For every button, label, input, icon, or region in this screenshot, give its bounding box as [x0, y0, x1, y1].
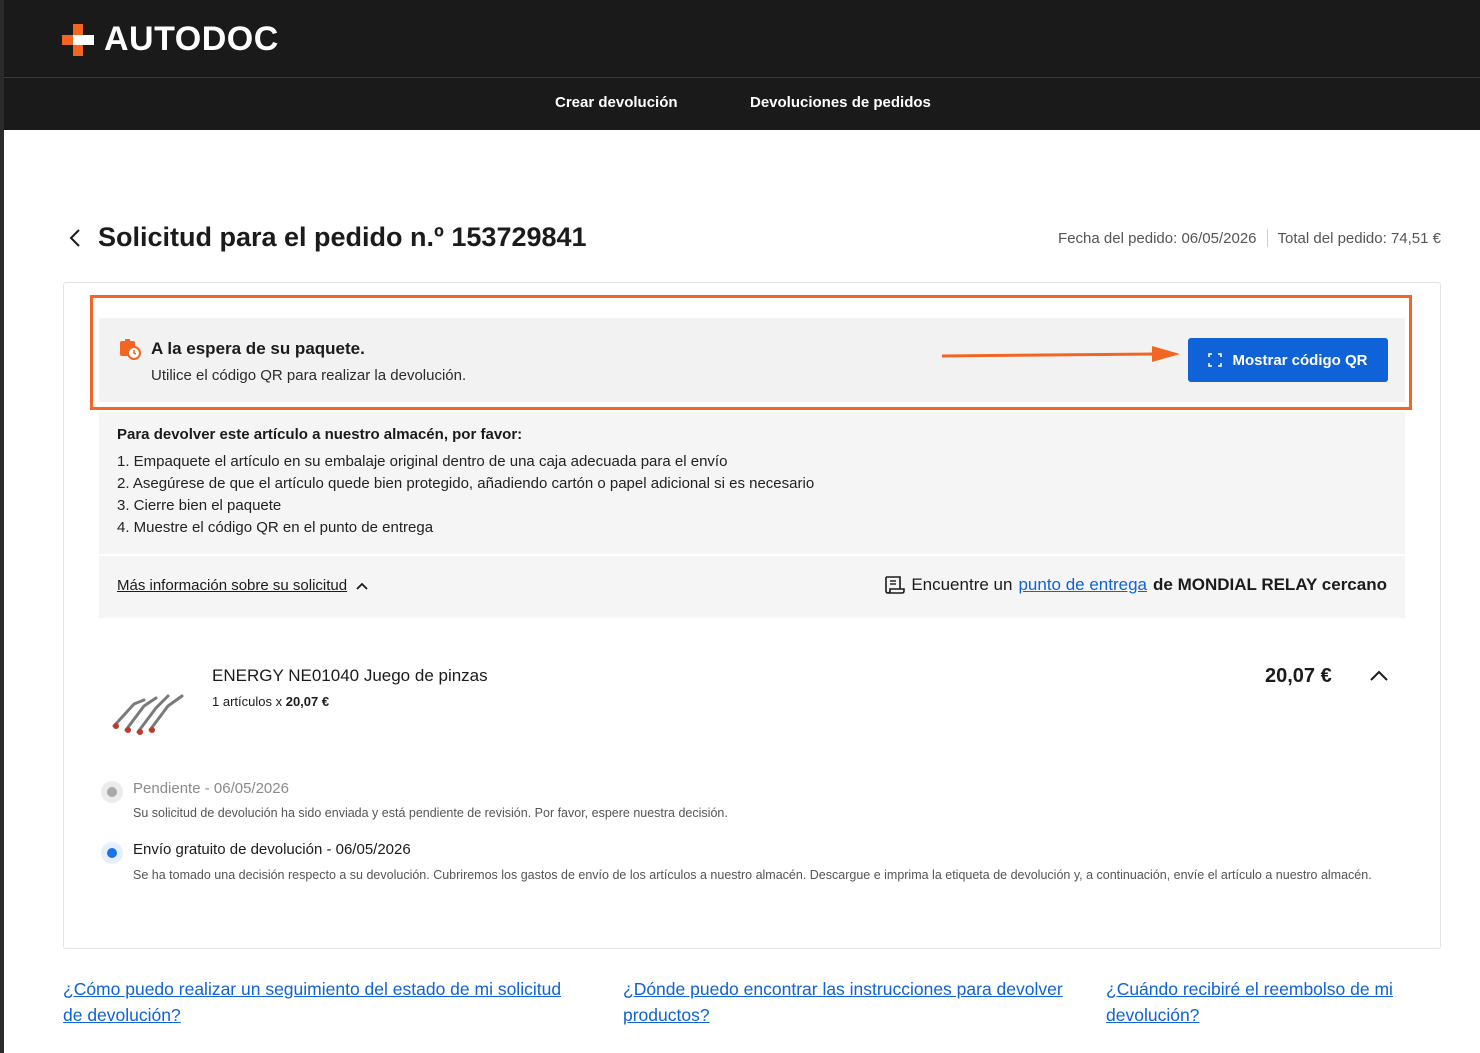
faq-line: de devolución? [63, 1005, 181, 1025]
faq-link-instructions[interactable]: ¿Dónde puedo encontrar las instrucciones… [623, 976, 1063, 1028]
dropoff-prefix: Encuentre un [911, 575, 1013, 594]
show-qr-code-button[interactable]: Mostrar código QR [1188, 338, 1388, 382]
top-bar: AUTODOC [4, 0, 1480, 78]
timeline-title: Envío gratuito de devolución - 06/05/202… [133, 841, 411, 858]
product-price: 20,07 € [1265, 665, 1332, 687]
logo-cross-icon [62, 23, 94, 56]
timeline-description: Su solicitud de devolución ha sido envia… [133, 806, 728, 820]
timeline-description: Se ha tomado una decisión respecto a su … [133, 868, 1372, 882]
unit-price: 20,07 € [285, 694, 330, 709]
dropoff-suffix: de MONDIAL RELAY cercano [1153, 575, 1387, 594]
order-total: Total del pedido: 74,51 € [1277, 229, 1441, 247]
timeline-title: Pendiente - 06/05/2026 [133, 780, 289, 797]
faq-link-tracking[interactable]: ¿Cómo puedo realizar un seguimiento del … [63, 976, 561, 1028]
status-banner: A la espera de su paquete. Utilice el có… [99, 318, 1405, 402]
timeline-dot-pending [101, 781, 123, 803]
window-edge [0, 0, 4, 1053]
info-row: Más información sobre su solicitud Encue… [99, 556, 1405, 618]
show-qr-code-label: Mostrar código QR [1232, 351, 1368, 369]
faq-line: productos? [623, 1005, 710, 1025]
arrow-annotation-icon [942, 346, 1180, 362]
product-name[interactable]: ENERGY NE01040 Juego de pinzas [212, 666, 488, 686]
return-instructions: Para devolver este artículo a nuestro al… [99, 412, 1405, 554]
instructions-title: Para devolver este artículo a nuestro al… [117, 426, 523, 443]
more-info-label: Más información sobre su solicitud [117, 577, 348, 594]
order-meta: Fecha del pedido: 06/05/2026 Total del p… [1058, 229, 1441, 247]
page-header: Solicitud para el pedido n.º 153729841 F… [64, 218, 1441, 260]
package-clock-icon [120, 339, 141, 360]
status-subtitle: Utilice el código QR para realizar la de… [151, 367, 467, 384]
meta-divider [1266, 229, 1268, 247]
order-date: Fecha del pedido: 06/05/2026 [1058, 229, 1257, 247]
qr-scan-icon [1208, 353, 1223, 367]
more-info-toggle[interactable]: Más información sobre su solicitud [117, 577, 369, 594]
faq-line: ¿Cómo puedo realizar un seguimiento del … [63, 979, 562, 999]
instruction-step: 2. Asegúrese de que el artículo quede bi… [117, 475, 815, 492]
page-title: Solicitud para el pedido n.º 153729841 [98, 222, 587, 252]
instruction-step: 4. Muestre el código QR en el punto de e… [117, 519, 434, 536]
product-image[interactable] [104, 676, 190, 740]
collapse-chevron-up-icon[interactable] [1368, 668, 1390, 682]
logo-text: AUTODOC [104, 20, 279, 58]
back-chevron-icon[interactable] [64, 226, 86, 250]
status-title: A la espera de su paquete. [151, 339, 365, 358]
delivery-point-icon [885, 576, 906, 594]
nav-crear-devolucion[interactable]: Crear devolución [555, 94, 678, 111]
instruction-step: 3. Cierre bien el paquete [117, 497, 282, 514]
faq-line: ¿Cuándo recibiré el reembolso de mi [1106, 979, 1393, 999]
instruction-step: 1. Empaquete el artículo en su embalaje … [117, 453, 728, 470]
main-nav: Crear devolución Devoluciones de pedidos [4, 78, 1480, 130]
quantity-prefix: 1 artículos x [212, 694, 283, 709]
dropoff-point-link[interactable]: punto de entrega [1018, 575, 1147, 595]
faq-link-refund[interactable]: ¿Cuándo recibiré el reembolso de mi devo… [1106, 976, 1393, 1028]
faq-line: ¿Dónde puedo encontrar las instrucciones… [623, 979, 1063, 999]
faq-line: devolución? [1106, 1005, 1200, 1025]
autodoc-logo[interactable]: AUTODOC [62, 20, 279, 59]
timeline-dot-active [101, 842, 123, 864]
product-quantity: 1 artículos x 20,07 € [212, 694, 329, 709]
dropoff-finder: Encuentre un punto de entrega de MONDIAL… [883, 575, 1387, 595]
chevron-up-icon [356, 582, 368, 590]
nav-devoluciones-de-pedidos[interactable]: Devoluciones de pedidos [750, 94, 931, 111]
